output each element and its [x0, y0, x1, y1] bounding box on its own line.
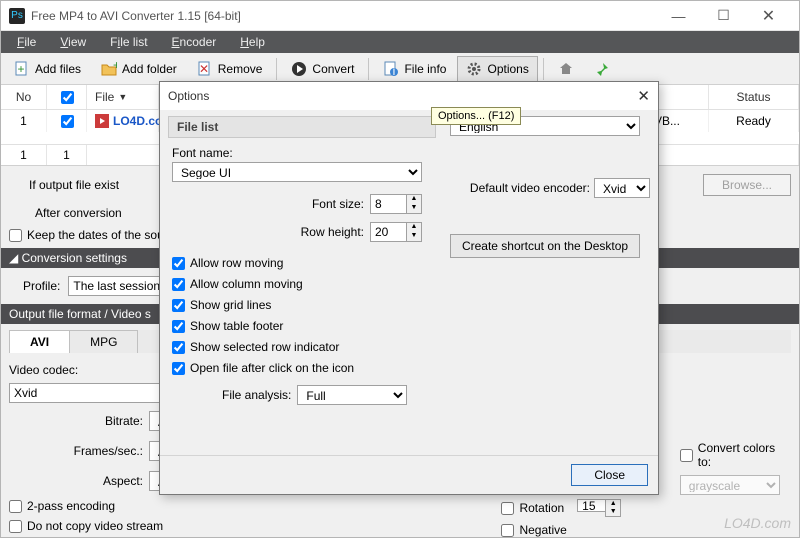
grayscale-select: grayscale: [680, 475, 780, 495]
file-list-group: File list: [168, 116, 436, 138]
watermark: LO4D.com: [724, 515, 791, 531]
default-encoder-label: Default video encoder:: [470, 181, 590, 195]
add-folder-label: Add folder: [122, 62, 177, 76]
col-check[interactable]: [47, 85, 87, 109]
file-info-label: File info: [404, 62, 446, 76]
font-name-label: Font name:: [172, 146, 432, 160]
default-encoder-select[interactable]: Xvid: [594, 178, 650, 198]
gear-icon: [466, 61, 482, 77]
main-window: Ps Free MP4 to AVI Converter 1.15 [64-bi…: [0, 0, 800, 538]
pin-button[interactable]: [585, 56, 619, 82]
file-info-button[interactable]: i File info: [374, 56, 455, 82]
page-info-icon: i: [383, 61, 399, 77]
options-label: Options: [487, 62, 528, 76]
after-conv-label: After conversion: [35, 206, 122, 220]
file-analysis-select[interactable]: Full: [297, 385, 407, 405]
pin-icon: [594, 61, 610, 77]
allow-column-moving-checkbox[interactable]: [172, 278, 185, 291]
remove-button[interactable]: ✕ Remove: [188, 56, 272, 82]
cell-file: LO4D.com: [87, 110, 159, 132]
col-file[interactable]: File ▼: [87, 85, 159, 109]
cell-no: 1: [1, 110, 47, 132]
convert-label: Convert: [312, 62, 354, 76]
svg-text:+: +: [113, 61, 117, 72]
options-dialog: Options ✕ File list Font name: Segoe UI …: [159, 81, 659, 495]
col-no[interactable]: No: [1, 85, 47, 109]
titlebar: Ps Free MP4 to AVI Converter 1.15 [64-bi…: [1, 1, 799, 31]
profile-label: Profile:: [23, 279, 60, 293]
app-icon: Ps: [9, 8, 25, 24]
svg-text:+: +: [17, 62, 24, 76]
home-icon: [558, 61, 574, 77]
col-status[interactable]: Status: [709, 85, 799, 109]
menu-view[interactable]: View: [48, 32, 98, 52]
allow-row-moving-checkbox[interactable]: [172, 257, 185, 270]
row-checkbox[interactable]: [61, 115, 74, 128]
add-folder-button[interactable]: + Add folder: [92, 56, 186, 82]
options-tooltip: Options... (F12): [431, 107, 521, 125]
dialog-title: Options: [168, 89, 209, 103]
dialog-titlebar: Options ✕: [160, 82, 658, 110]
show-table-footer-checkbox[interactable]: [172, 320, 185, 333]
menu-file-list[interactable]: File list: [98, 32, 159, 52]
page-plus-icon: +: [14, 61, 30, 77]
cell-status: Ready: [709, 110, 799, 132]
page-x-icon: ✕: [197, 61, 213, 77]
minimize-button[interactable]: ―: [656, 1, 701, 30]
menubar: File View File list Encoder Help: [1, 31, 799, 53]
folder-plus-icon: +: [101, 61, 117, 77]
two-pass-checkbox[interactable]: [9, 500, 22, 513]
tab-mpg[interactable]: MPG: [69, 330, 138, 353]
font-size-label: Font size:: [312, 197, 364, 211]
show-selected-row-indicator-checkbox[interactable]: [172, 341, 185, 354]
play-circle-icon: [291, 61, 307, 77]
keep-dates-checkbox[interactable]: [9, 229, 22, 242]
show-grid-lines-checkbox[interactable]: [172, 299, 185, 312]
close-button[interactable]: ✕: [746, 1, 791, 30]
svg-text:✕: ✕: [199, 62, 209, 76]
rotation-spinner[interactable]: ▲▼: [577, 499, 621, 517]
menu-help[interactable]: Help: [228, 32, 277, 52]
frames-label: Frames/sec.:: [74, 444, 143, 458]
browse-button[interactable]: Browse...: [703, 174, 791, 196]
tab-avi[interactable]: AVI: [9, 330, 70, 353]
negative-checkbox[interactable]: [501, 524, 514, 537]
if-output-label: If output file exist: [29, 178, 119, 192]
bitrate-label: Bitrate:: [105, 414, 143, 428]
add-files-button[interactable]: + Add files: [5, 56, 90, 82]
home-button[interactable]: [549, 56, 583, 82]
convert-colors-checkbox[interactable]: [680, 449, 693, 462]
convert-button[interactable]: Convert: [282, 56, 363, 82]
row-height-spinner[interactable]: ▲▼: [370, 222, 422, 242]
keep-dates-label: Keep the dates of the sou: [27, 228, 164, 242]
row-height-label: Row height:: [301, 225, 364, 239]
options-button[interactable]: Options: [457, 56, 537, 82]
file-analysis-label: File analysis:: [222, 388, 291, 402]
window-title: Free MP4 to AVI Converter 1.15 [64-bit]: [31, 9, 241, 23]
maximize-button[interactable]: ☐: [701, 1, 746, 30]
font-name-select[interactable]: Segoe UI: [172, 162, 422, 182]
no-copy-video-checkbox[interactable]: [9, 520, 22, 533]
menu-file[interactable]: File: [5, 32, 48, 52]
aspect-label: Aspect:: [103, 474, 143, 488]
create-shortcut-button[interactable]: Create shortcut on the Desktop: [450, 234, 640, 258]
dialog-close-icon[interactable]: ✕: [637, 87, 650, 105]
video-icon: [95, 114, 109, 128]
menu-encoder[interactable]: Encoder: [160, 32, 229, 52]
dialog-close-button[interactable]: Close: [571, 464, 648, 486]
svg-text:i: i: [393, 64, 396, 77]
add-files-label: Add files: [35, 62, 81, 76]
font-size-spinner[interactable]: ▲▼: [370, 194, 422, 214]
open-file-after-click-checkbox[interactable]: [172, 362, 185, 375]
check-all[interactable]: [61, 91, 74, 104]
remove-label: Remove: [218, 62, 263, 76]
rotation-checkbox[interactable]: [501, 502, 514, 515]
